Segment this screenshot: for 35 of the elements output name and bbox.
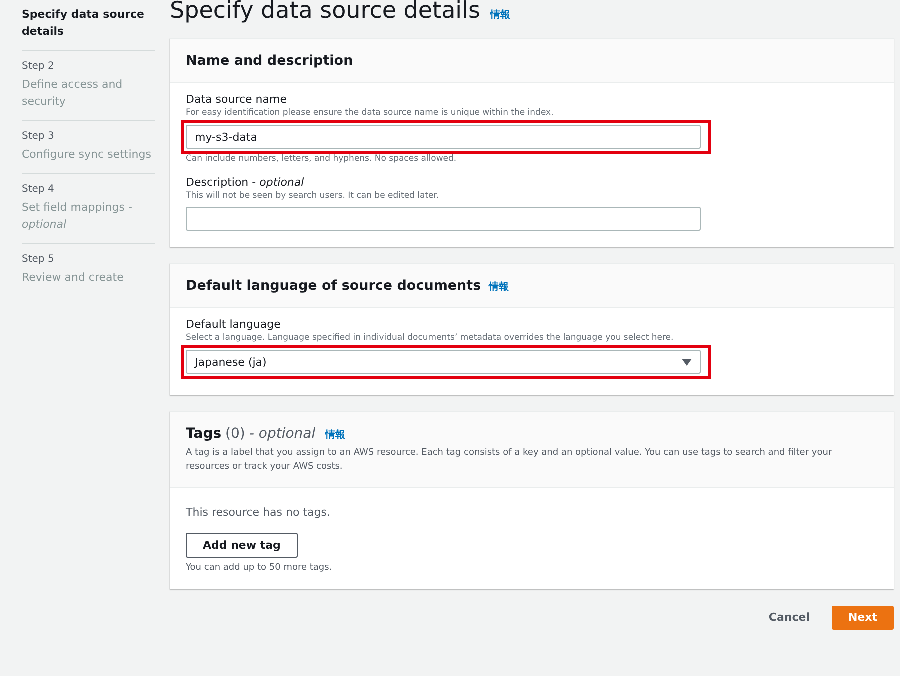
add-tag-button[interactable]: Add new tag [186, 533, 298, 558]
empty-message: This resource has no tags. [186, 506, 332, 519]
step-title[interactable]: Specify data source details [22, 6, 155, 40]
cancel-button[interactable]: Cancel [758, 605, 820, 630]
section-title: Name and description [186, 53, 354, 69]
step-label: Step 5 [22, 254, 54, 265]
page-title: Specify data source details [170, 0, 480, 26]
tag-limit-note: You can add up to 50 more tags. [186, 563, 334, 573]
field-hint: Select a language. Language specified in individual documents’ metadata overrides the language you select here. [186, 333, 675, 343]
section-title: Tags [186, 426, 222, 442]
step-label: Step 3 [22, 131, 54, 142]
info-link[interactable]: 情報 [489, 280, 510, 294]
step-label: Step 2 [22, 61, 54, 72]
field-hint: This will not be seen by search users. It can be edited later. [186, 191, 440, 201]
next-button[interactable]: Next [832, 606, 894, 630]
field-note: Can include numbers, letters, and hyphens. No spaces allowed. [186, 154, 458, 164]
info-link[interactable]: 情報 [490, 8, 510, 22]
step-label: Step 4 [22, 184, 54, 195]
field-label: Description - optional [186, 176, 306, 189]
field-label: Data source name [186, 93, 288, 106]
step-title[interactable]: Set field mappings - optional [22, 199, 155, 233]
field-hint: For easy identification please ensure the data source name is unique within the index. [186, 108, 555, 118]
step-title[interactable]: Review and create [22, 269, 155, 286]
text-input[interactable]: my-s3-data [186, 125, 701, 149]
tag-count: (0) [226, 426, 246, 442]
optional-label: - optional [249, 426, 316, 442]
language-select[interactable]: Japanese (ja) [186, 350, 701, 374]
description-input[interactable] [186, 207, 701, 231]
step-title[interactable]: Define access and security [22, 76, 155, 110]
info-link[interactable]: 情報 [326, 428, 346, 442]
section-title: Default language of source documents [186, 278, 482, 294]
caret-icon [682, 358, 692, 366]
tags-description: A tag is a label that you assign to an AWS resource. Each tag consists of a key and an optional value. You can use tags to search and filter your resources or track your AWS costs. [186, 447, 834, 474]
step-title[interactable]: Configure sync settings [22, 146, 155, 163]
field-label: Default language [186, 318, 282, 331]
